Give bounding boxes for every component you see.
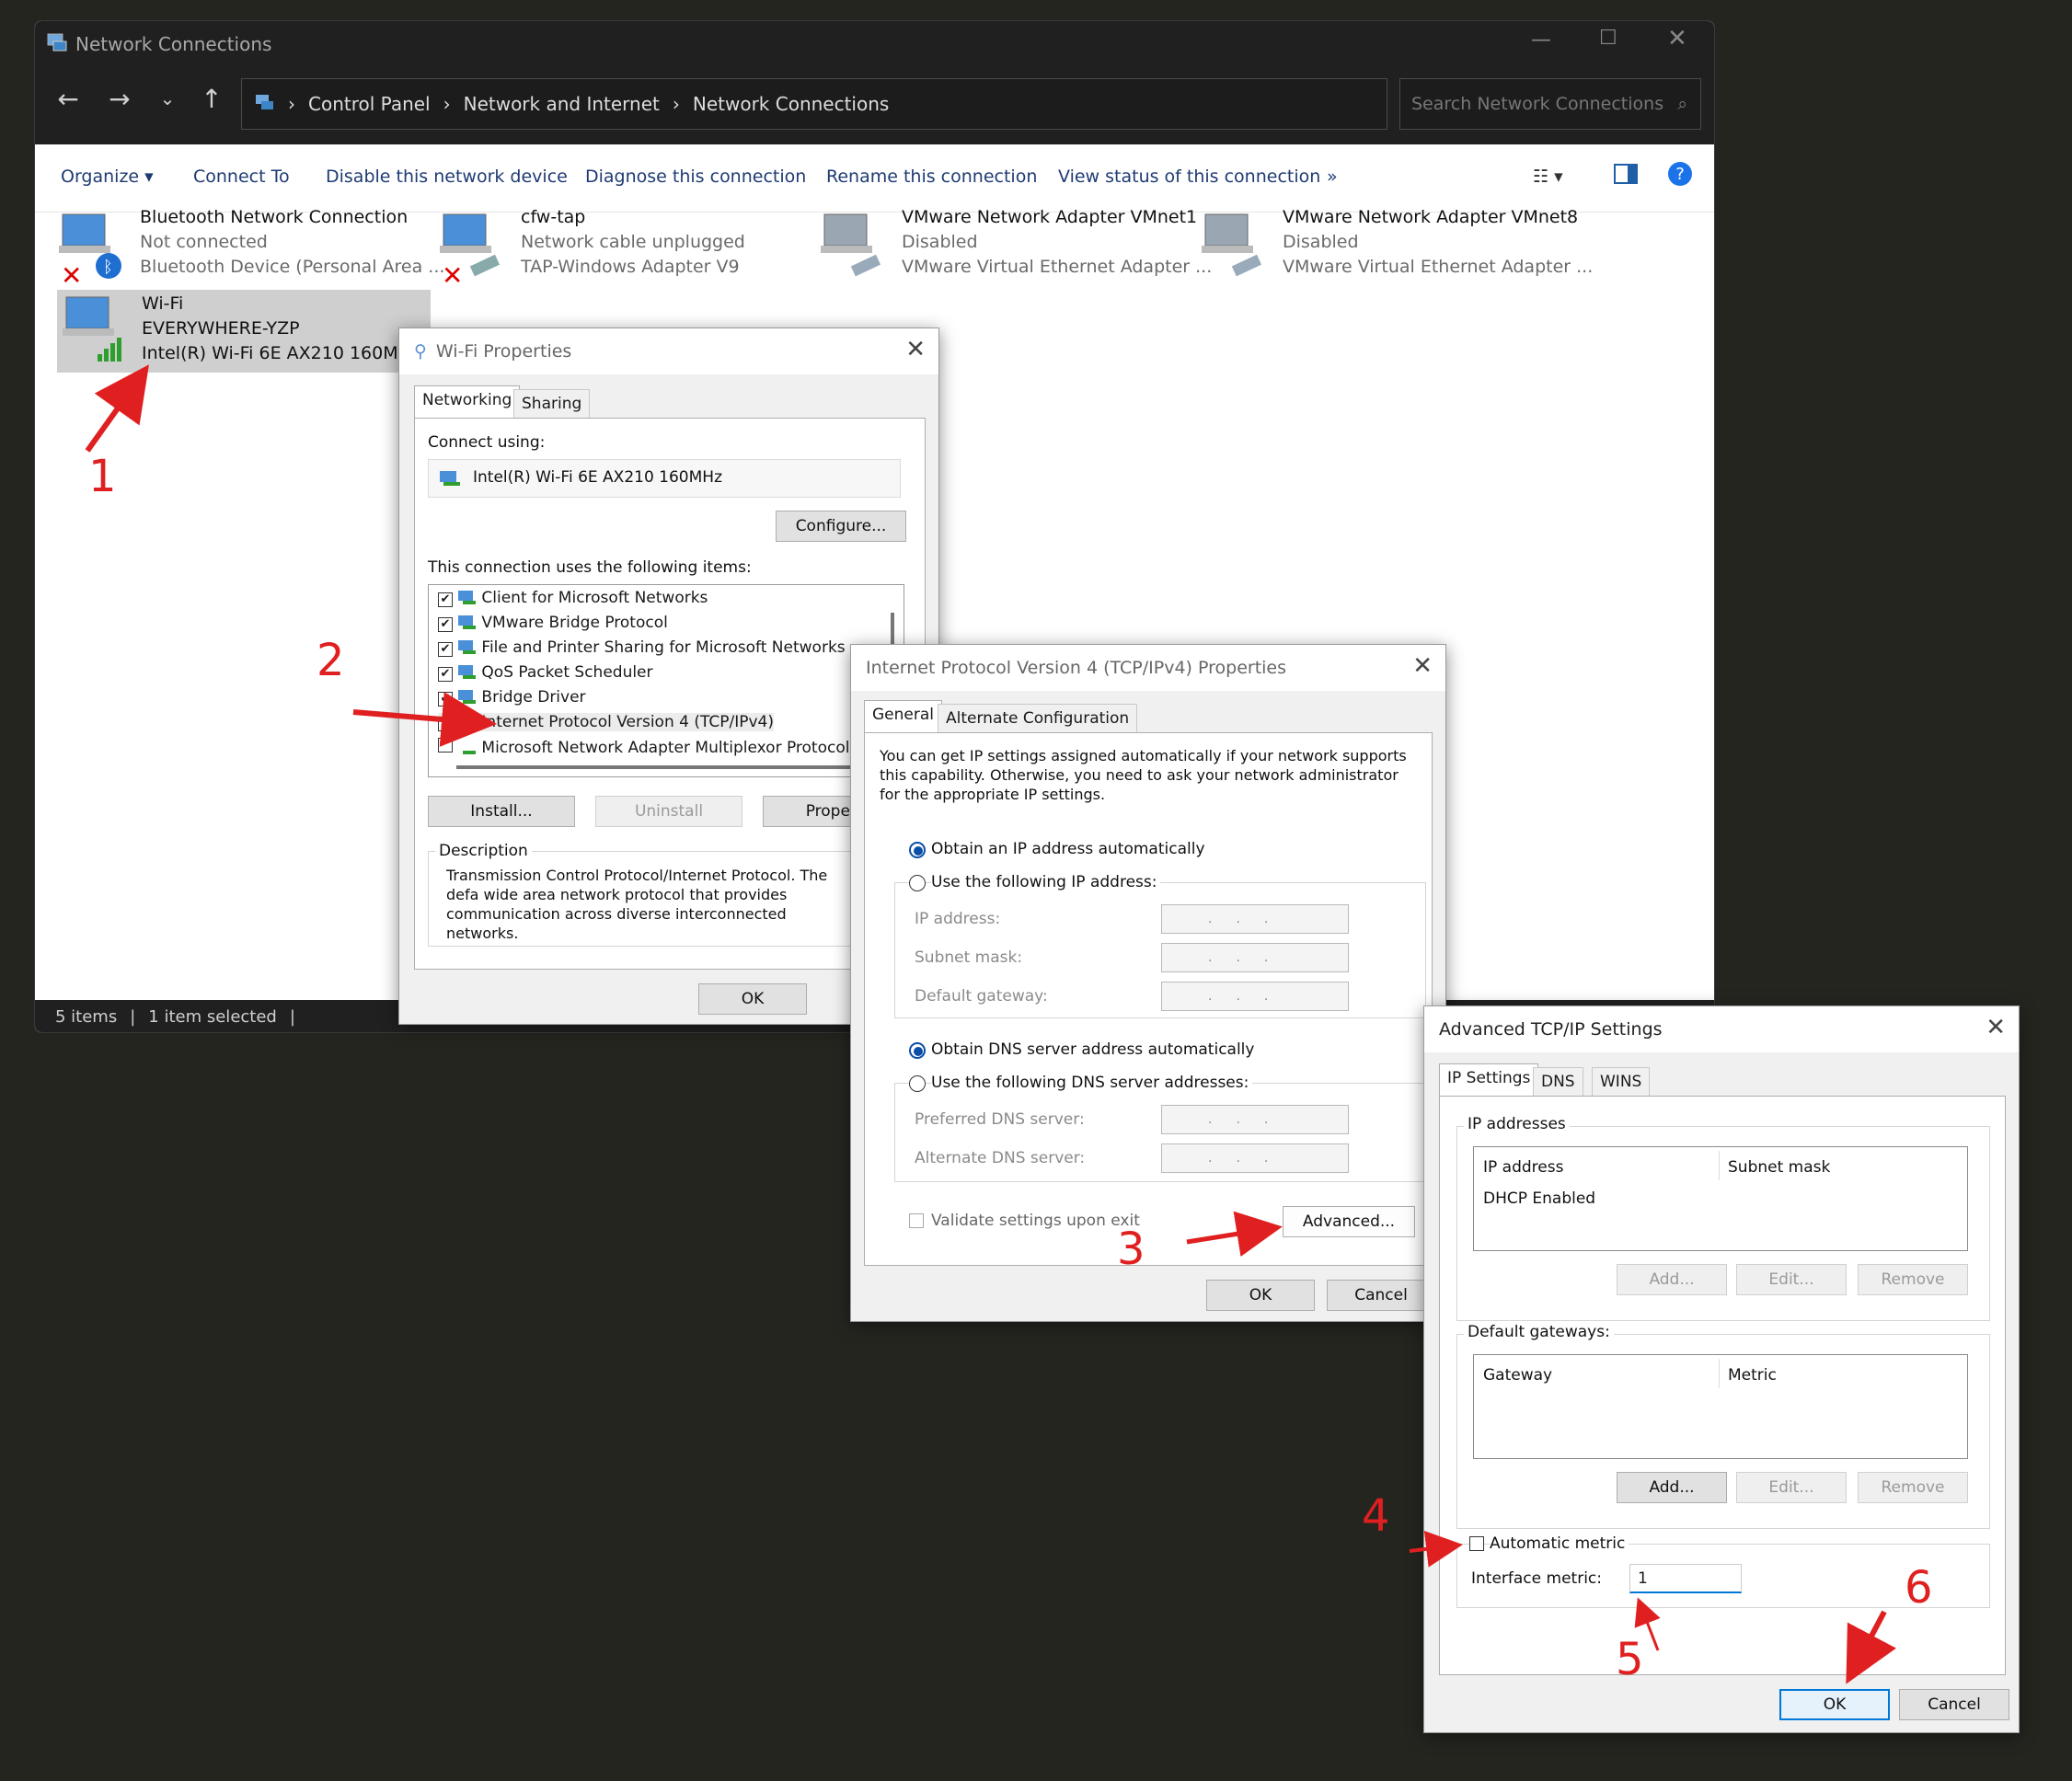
annotation-label-2: 2 (317, 635, 345, 686)
annotation-label-5: 5 (1616, 1634, 1644, 1685)
annotation-arrows (85, 364, 1896, 1684)
annotation-label-4: 4 (1362, 1490, 1390, 1542)
annotation-arrow-3 (1186, 1211, 1283, 1257)
annotation-arrow-2 (352, 692, 497, 747)
annotation-arrow-1 (85, 364, 149, 453)
annotation-label-6: 6 (1905, 1562, 1933, 1614)
annotation-label-1: 1 (88, 451, 117, 502)
annotation-label-3: 3 (1117, 1224, 1145, 1275)
annotation-arrow-4 (1409, 1530, 1463, 1568)
annotation-arrow-6 (1846, 1610, 1896, 1684)
